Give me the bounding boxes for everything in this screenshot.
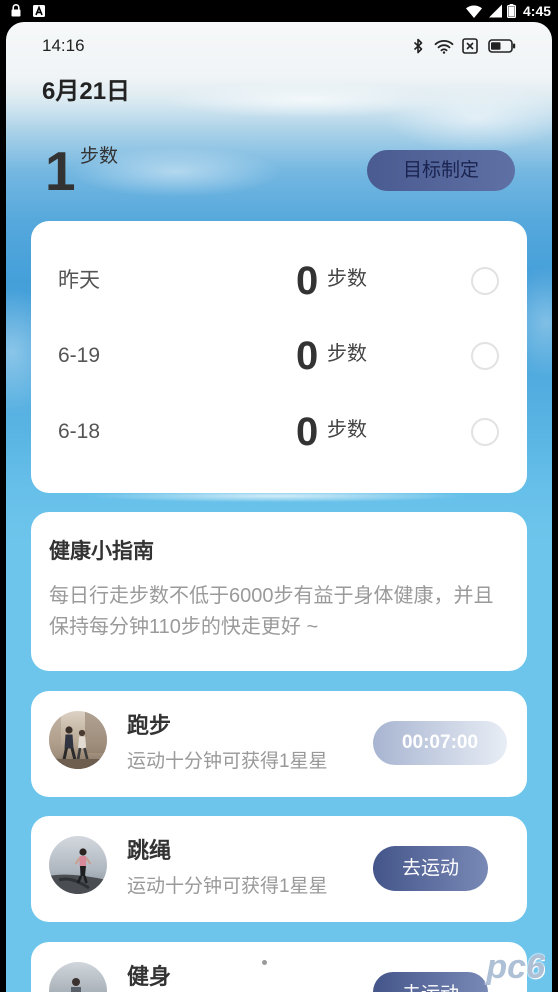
battery-fill — [508, 6, 515, 17]
jump-rope-avatar — [49, 836, 107, 894]
running-avatar — [49, 711, 107, 769]
wifi-icon — [466, 5, 482, 18]
fitness-avatar — [49, 962, 107, 992]
activity-name: 跑步 — [127, 713, 172, 738]
history-unit: 步数 — [327, 343, 367, 365]
history-date: 昨天 — [58, 269, 100, 292]
battery-fill — [491, 42, 501, 50]
app-notification-icon — [33, 5, 45, 17]
battery-icon — [488, 39, 516, 53]
history-date: 6-19 — [58, 344, 101, 367]
current-date: 6月21日 — [42, 78, 131, 105]
scroll-indicator-dot — [262, 960, 267, 965]
history-row: 6-18 0 步数 — [31, 402, 527, 462]
status-circle-icon — [471, 342, 499, 370]
history-steps: 0 — [296, 410, 319, 454]
step-history-card: 昨天 0 步数 6-19 0 步数 6-18 0 步数 — [31, 221, 527, 493]
activity-name: 健身 — [127, 964, 172, 989]
today-step-unit: 步数 — [80, 146, 119, 167]
battery-icon — [507, 4, 516, 18]
guide-title: 健康小指南 — [49, 540, 154, 563]
history-date: 6-18 — [58, 420, 101, 443]
activity-description: 运动十分钟可获得1星星 — [127, 876, 328, 897]
system-status-bar: 4:45 — [0, 0, 558, 22]
today-step-count: 1 — [45, 140, 76, 202]
system-clock: 4:45 — [523, 3, 552, 19]
app-screen: 14:16 6月21日 1 步数 目标制定 昨天 0 步数 6-19 0 步数 … — [6, 22, 552, 992]
watermark-logo: pc6 — [486, 950, 545, 985]
signal-icon — [489, 4, 502, 18]
close-box-icon — [462, 38, 478, 54]
activity-timer-button[interactable]: 00:07:00 — [373, 721, 507, 765]
bluetooth-icon — [413, 38, 424, 54]
activity-card-running: 跑步 运动十分钟可获得1星星 00:07:00 — [31, 691, 527, 797]
history-row: 昨天 0 步数 — [31, 251, 527, 311]
history-unit: 步数 — [327, 419, 367, 441]
history-steps: 0 — [296, 334, 319, 378]
health-guide-card: 健康小指南 每日行走步数不低于6000步有益于身体健康，并且保持每分钟110步的… — [31, 512, 527, 671]
start-exercise-button[interactable]: 去运动 — [373, 846, 488, 891]
status-circle-icon — [471, 267, 499, 295]
set-goal-button[interactable]: 目标制定 — [367, 150, 515, 191]
activity-description: 运动十分钟可获得1星星 — [127, 751, 328, 772]
guide-body: 每日行走步数不低于6000步有益于身体健康，并且保持每分钟110步的快走更好 ~ — [49, 585, 494, 638]
activity-card-fitness: 健身 去运动 — [31, 942, 527, 992]
app-clock: 14:16 — [42, 36, 85, 55]
history-steps: 0 — [296, 259, 319, 303]
lock-icon — [11, 4, 21, 17]
wifi-icon — [434, 39, 454, 54]
history-row: 6-19 0 步数 — [31, 326, 527, 386]
app-status-bar: 14:16 — [6, 22, 552, 68]
status-circle-icon — [471, 418, 499, 446]
activity-card-jump-rope: 跳绳 运动十分钟可获得1星星 去运动 — [31, 816, 527, 922]
activity-name: 跳绳 — [127, 838, 172, 863]
history-unit: 步数 — [327, 268, 367, 290]
